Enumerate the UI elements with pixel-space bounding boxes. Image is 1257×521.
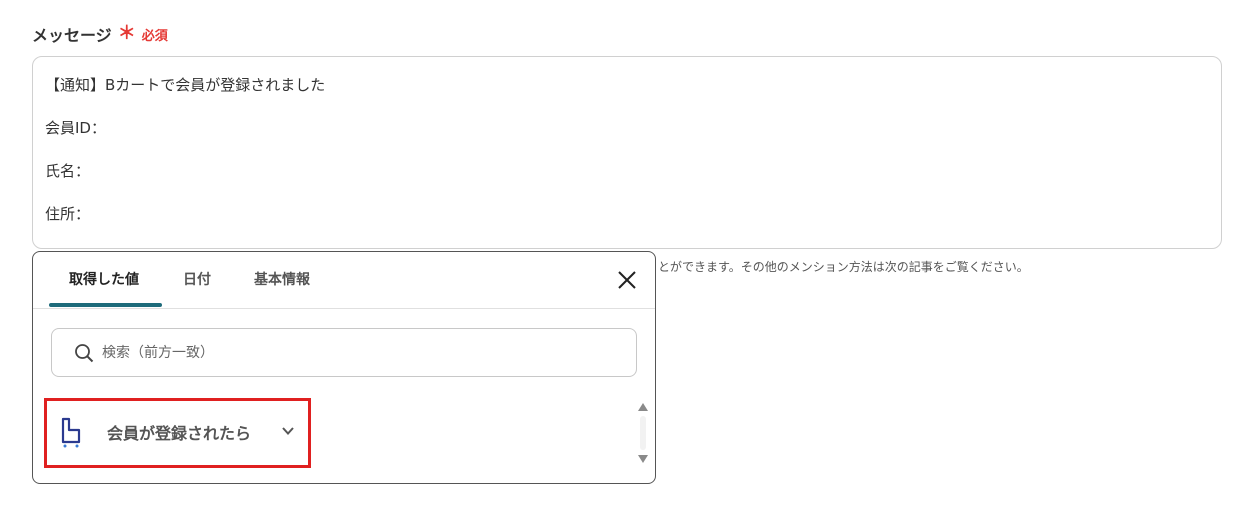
field-title: メッセージ xyxy=(32,26,112,45)
list-item-member-registered[interactable]: 会員が登録されたら xyxy=(43,398,613,468)
cart-app-icon xyxy=(61,417,81,448)
tab-basic-info[interactable]: 基本情報 xyxy=(254,252,310,308)
tab-acquired-values[interactable]: 取得した値 xyxy=(69,252,139,308)
value-picker-popup: 取得した値 日付 基本情報 会員が登録されたら xyxy=(32,251,656,484)
scrollbar[interactable] xyxy=(637,402,649,464)
message-textarea[interactable]: 【通知】Bカートで会員が登録されました 会員ID： 氏名： 住所： xyxy=(32,56,1222,249)
scroll-up-icon[interactable] xyxy=(637,402,649,412)
chevron-down-icon[interactable] xyxy=(281,424,295,438)
list-item-label: 会員が登録されたら xyxy=(107,424,252,443)
required-badge: 必須 xyxy=(141,28,168,44)
message-line: 会員ID： xyxy=(45,119,106,137)
message-line: 氏名： xyxy=(45,162,91,180)
helper-text: とができます。その他のメンション方法は次の記事をご覧ください。 xyxy=(658,260,1029,274)
required-asterisk: ＊ xyxy=(117,23,136,44)
message-line: 住所： xyxy=(45,205,91,223)
scroll-track[interactable] xyxy=(640,416,646,450)
message-line: 【通知】Bカートで会員が登録されました xyxy=(45,76,326,94)
search-input[interactable] xyxy=(100,343,584,362)
close-icon xyxy=(618,271,636,289)
search-icon xyxy=(75,343,94,362)
tab-date[interactable]: 日付 xyxy=(183,252,211,308)
active-tab-indicator xyxy=(49,303,162,307)
search-field[interactable] xyxy=(51,328,637,377)
close-button[interactable] xyxy=(615,268,639,292)
scroll-down-icon[interactable] xyxy=(637,454,649,464)
message-field-label: メッセージ ＊ 必須 xyxy=(32,22,168,46)
popup-tabs: 取得した値 日付 基本情報 xyxy=(33,252,655,309)
